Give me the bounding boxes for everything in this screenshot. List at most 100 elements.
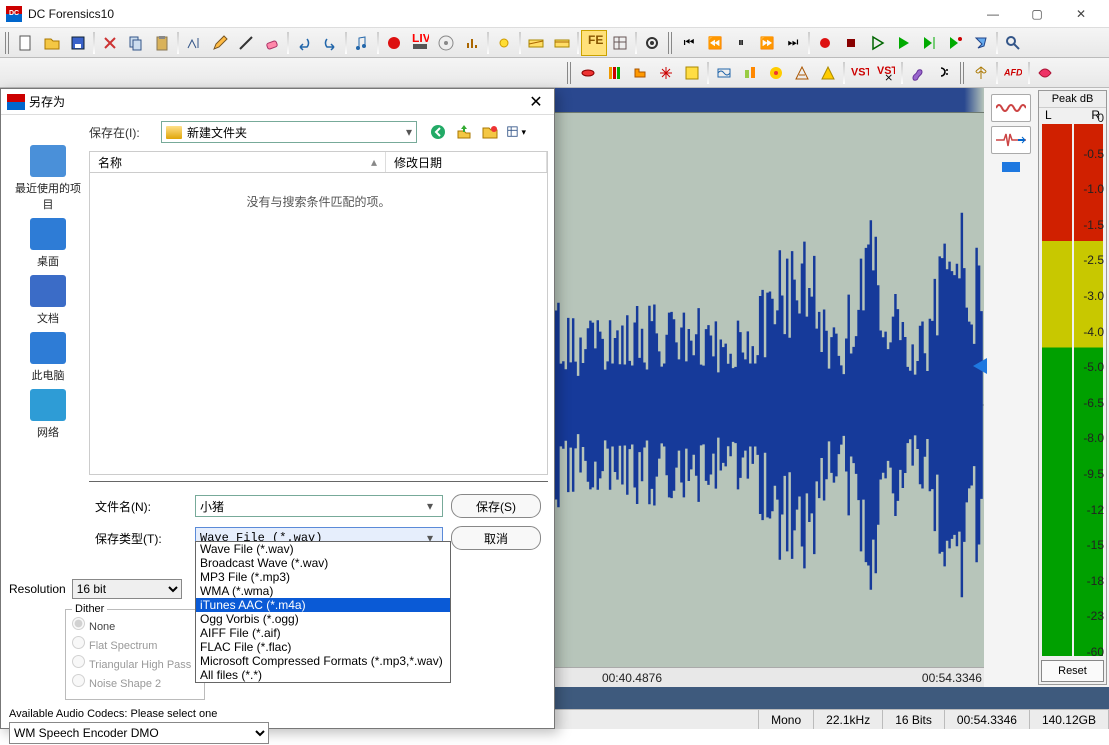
pencil-icon[interactable] xyxy=(207,30,233,56)
col-date[interactable]: 修改日期 xyxy=(386,152,547,172)
save-in-dropdown[interactable]: 新建文件夹 ▾ xyxy=(161,121,417,143)
codec-select[interactable]: WM Speech Encoder DMO xyxy=(9,722,269,744)
filetype-option[interactable]: Microsoft Compressed Formats (*.mp3,*.wa… xyxy=(196,654,450,668)
play-end-icon[interactable] xyxy=(942,30,968,56)
preset-wave-icon[interactable] xyxy=(991,94,1031,122)
dither-option[interactable]: Triangular High Pass xyxy=(72,655,198,674)
cd-icon[interactable] xyxy=(433,30,459,56)
maximize-button[interactable]: ▢ xyxy=(1015,0,1059,28)
dialog-close-button[interactable]: ✕ xyxy=(524,92,548,112)
balance-icon[interactable] xyxy=(968,60,994,86)
save-icon[interactable] xyxy=(65,30,91,56)
editor-icon[interactable] xyxy=(607,30,633,56)
play-icon[interactable] xyxy=(864,30,890,56)
play2-icon[interactable] xyxy=(890,30,916,56)
lips-icon[interactable] xyxy=(1032,60,1058,86)
dither-option[interactable]: Noise Shape 2 xyxy=(72,674,198,693)
filetype-option[interactable]: FLAC File (*.flac) xyxy=(196,640,450,654)
nav-viewmenu-icon[interactable]: ▾ xyxy=(505,121,527,143)
preset-spike-icon[interactable] xyxy=(991,126,1031,154)
fx-1-icon[interactable] xyxy=(575,60,601,86)
env2-icon[interactable] xyxy=(549,30,575,56)
filetype-option[interactable]: iTunes AAC (*.m4a) xyxy=(196,598,450,612)
dialog-titlebar[interactable]: 另存为 ✕ xyxy=(1,89,554,115)
filetype-option[interactable]: Wave File (*.wav) xyxy=(196,542,450,556)
paste-icon[interactable] xyxy=(149,30,175,56)
filetype-option[interactable]: AIFF File (*.aif) xyxy=(196,626,450,640)
levels-icon[interactable] xyxy=(459,30,485,56)
fx-3-icon[interactable] xyxy=(627,60,653,86)
tool-icon[interactable] xyxy=(968,30,994,56)
filetype-option[interactable]: All files (*.*) xyxy=(196,668,450,682)
minimize-button[interactable]: — xyxy=(971,0,1015,28)
filetype-option[interactable]: MP3 File (*.mp3) xyxy=(196,570,450,584)
vst-x-icon[interactable]: VST xyxy=(873,60,899,86)
col-name[interactable]: 名称▴ xyxy=(90,152,386,172)
filetype-option[interactable]: Ogg Vorbis (*.ogg) xyxy=(196,612,450,626)
gear-icon[interactable] xyxy=(639,30,665,56)
fx-7-icon[interactable] xyxy=(737,60,763,86)
resolution-select[interactable]: 16 bit xyxy=(72,579,182,599)
stop-icon[interactable] xyxy=(838,30,864,56)
position-marker[interactable] xyxy=(1002,162,1020,172)
dither-option[interactable]: Flat Spectrum xyxy=(72,636,198,655)
skip-start-icon[interactable]: ⏮ xyxy=(676,30,702,56)
place-recent[interactable]: 最近使用的项目 xyxy=(13,145,83,212)
fx-4-icon[interactable] xyxy=(653,60,679,86)
pause-icon[interactable]: ⏸ xyxy=(728,30,754,56)
cut-icon[interactable] xyxy=(97,30,123,56)
file-list[interactable]: 没有与搜索条件匹配的项。 xyxy=(89,173,548,475)
nav-back-icon[interactable] xyxy=(427,121,449,143)
fx-10-icon[interactable] xyxy=(815,60,841,86)
nav-newfolder-icon[interactable] xyxy=(479,121,501,143)
filename-input[interactable]: 小猪▾ xyxy=(195,495,443,517)
forward-icon[interactable]: ⏩ xyxy=(754,30,780,56)
place-pc[interactable]: 此电脑 xyxy=(13,332,83,383)
skip-end-icon[interactable]: ⏭ xyxy=(780,30,806,56)
status-time: 00:54.3346 xyxy=(945,710,1030,729)
vst-icon[interactable]: VST xyxy=(847,60,873,86)
sun-icon[interactable] xyxy=(491,30,517,56)
place-net[interactable]: 网络 xyxy=(13,389,83,440)
new-file-icon[interactable] xyxy=(13,30,39,56)
place-doc[interactable]: 文档 xyxy=(13,275,83,326)
env-icon[interactable] xyxy=(523,30,549,56)
cancel-button[interactable]: 取消 xyxy=(451,526,541,550)
list-scrollbar[interactable] xyxy=(89,481,548,482)
save-button[interactable]: 保存(S) xyxy=(451,494,541,518)
brush-icon[interactable] xyxy=(905,60,931,86)
line-icon[interactable] xyxy=(233,30,259,56)
place-desktop[interactable]: 桌面 xyxy=(13,218,83,269)
nav-up-icon[interactable] xyxy=(453,121,475,143)
meter-reset-button[interactable]: Reset xyxy=(1041,660,1104,682)
fx-5-icon[interactable] xyxy=(679,60,705,86)
list-header[interactable]: 名称▴ 修改日期 xyxy=(89,151,548,173)
fx-2-icon[interactable] xyxy=(601,60,627,86)
close-button[interactable]: ✕ xyxy=(1059,0,1103,28)
fx-6-icon[interactable] xyxy=(711,60,737,86)
bass-clef-icon[interactable] xyxy=(931,60,957,86)
meter-bar-right xyxy=(1074,124,1104,656)
meter-r-label: R xyxy=(1091,108,1100,122)
play-sel-icon[interactable] xyxy=(916,30,942,56)
afdf-icon[interactable]: AFDF xyxy=(1000,60,1026,86)
filetype-options-list[interactable]: Wave File (*.wav)Broadcast Wave (*.wav)M… xyxy=(195,541,451,683)
rec2-icon[interactable] xyxy=(812,30,838,56)
sel-start-icon[interactable] xyxy=(181,30,207,56)
eraser-icon[interactable] xyxy=(259,30,285,56)
filetype-option[interactable]: WMA (*.wma) xyxy=(196,584,450,598)
undo-icon[interactable] xyxy=(291,30,317,56)
filetype-option[interactable]: Broadcast Wave (*.wav) xyxy=(196,556,450,570)
fe-icon[interactable]: FE xyxy=(581,30,607,56)
copy-icon[interactable] xyxy=(123,30,149,56)
live-icon[interactable]: LIVE xyxy=(407,30,433,56)
dither-option[interactable]: None xyxy=(72,617,198,636)
record-icon[interactable] xyxy=(381,30,407,56)
open-file-icon[interactable] xyxy=(39,30,65,56)
fx-9-icon[interactable] xyxy=(789,60,815,86)
redo-icon[interactable] xyxy=(317,30,343,56)
rewind-icon[interactable]: ⏪ xyxy=(702,30,728,56)
note-icon[interactable] xyxy=(349,30,375,56)
zoom-icon[interactable] xyxy=(1000,30,1026,56)
fx-8-icon[interactable] xyxy=(763,60,789,86)
